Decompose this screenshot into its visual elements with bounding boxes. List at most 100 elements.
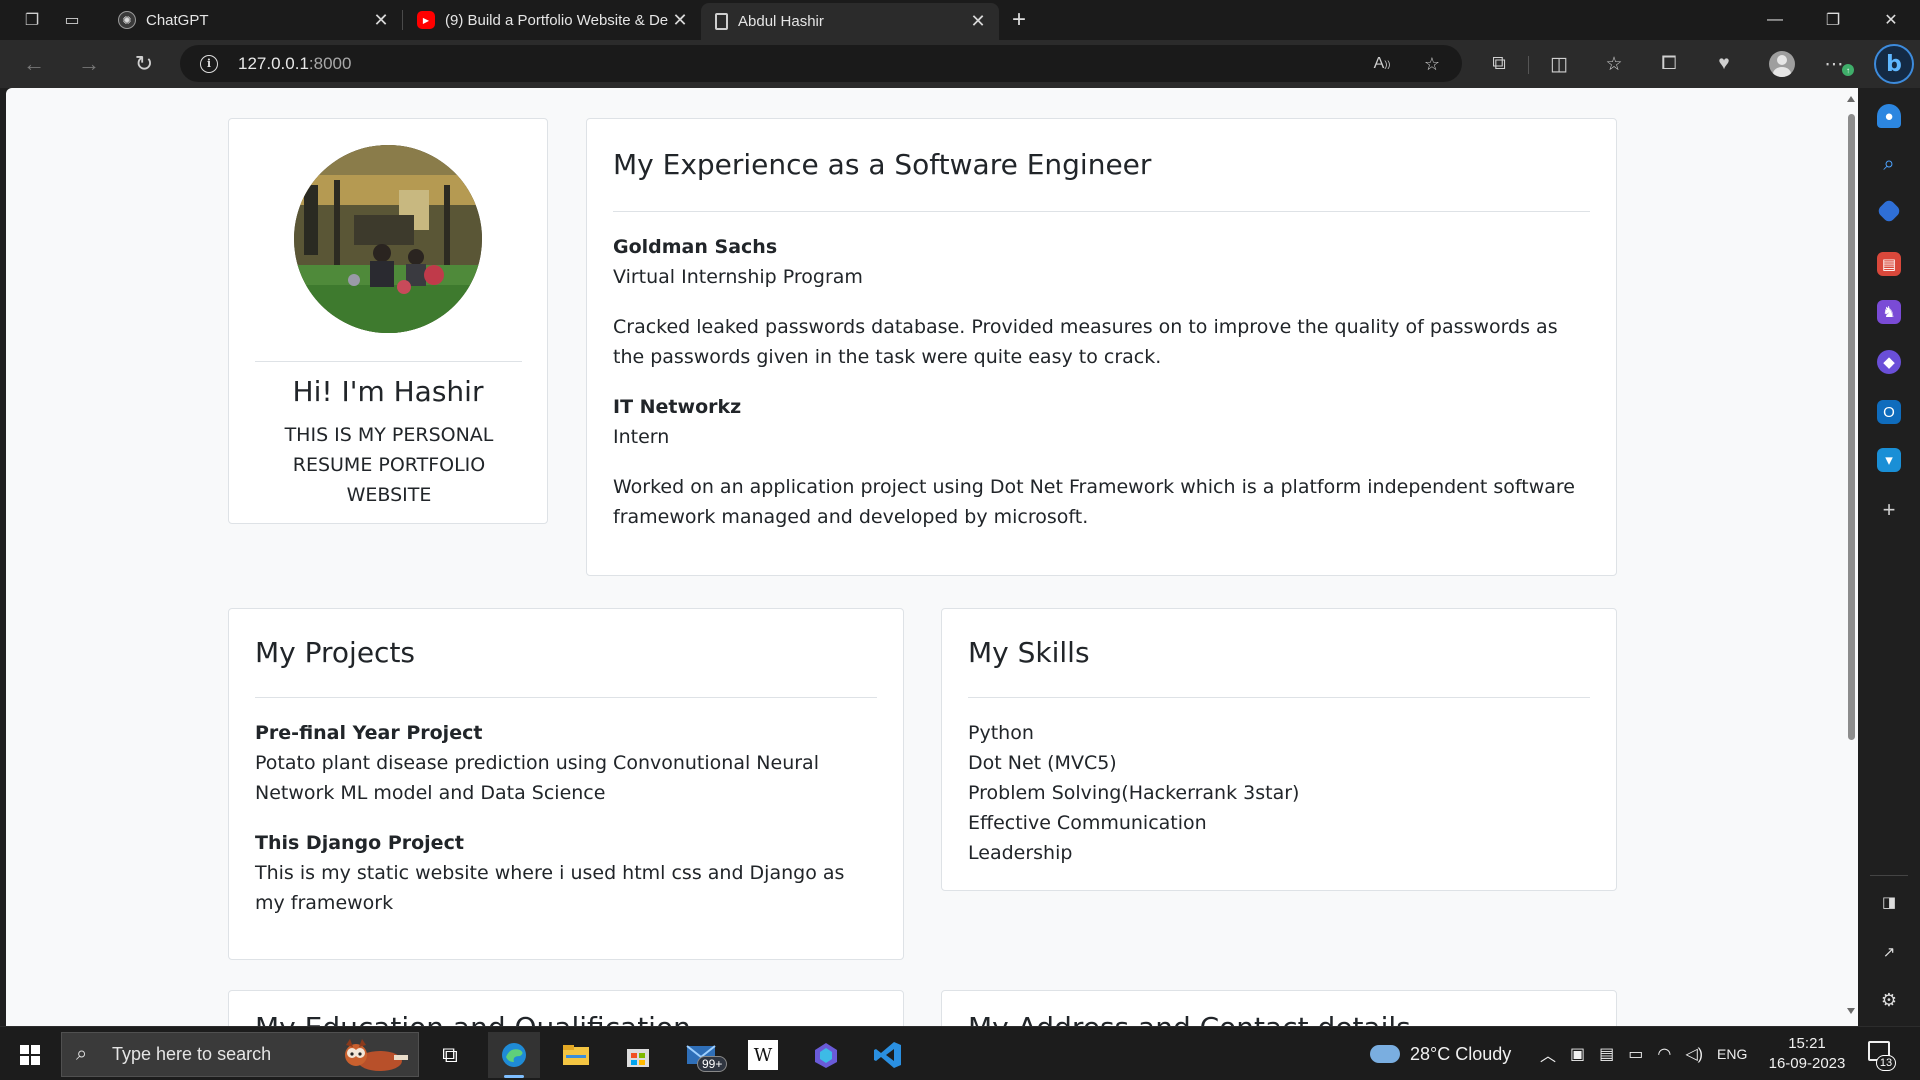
education-heading: My Education and Qualification xyxy=(255,1011,691,1026)
microsoft-store-icon[interactable] xyxy=(612,1032,664,1078)
skill-item: Dot Net (MVC5) xyxy=(968,752,1117,774)
copilot-icon[interactable]: b xyxy=(1874,44,1914,84)
chevron-up-icon[interactable]: ︿ xyxy=(1540,1042,1556,1066)
edge-sidebar: ● ⌕ ▤ ♞ ◆ O ▾ + ◨ ↗ ⚙ xyxy=(1858,88,1920,1026)
skills-card: My Skills Python Dot Net (MVC5) Problem … xyxy=(941,608,1617,891)
extensions-icon[interactable]: ⧉ xyxy=(1485,50,1513,78)
games-icon[interactable]: ♞ xyxy=(1877,300,1901,324)
contact-heading: My Address and Contact details xyxy=(968,1011,1411,1026)
favorites-icon[interactable]: ☆ xyxy=(1600,50,1628,78)
project-title: This Django Project xyxy=(255,832,464,854)
windows-start-icon[interactable] xyxy=(20,1045,40,1065)
split-screen-icon[interactable]: ◫ xyxy=(1545,50,1573,78)
settings-gear-icon[interactable]: ⚙ xyxy=(1877,988,1901,1012)
collections-icon[interactable]: ⧠ xyxy=(1655,50,1683,78)
forward-icon[interactable]: → xyxy=(71,46,107,82)
red-panda-illustration xyxy=(345,1039,408,1071)
scroll-down-icon[interactable] xyxy=(1847,1008,1855,1014)
weather-widget[interactable]: 28°C Cloudy xyxy=(1370,1027,1511,1080)
tab-title: ChatGPT xyxy=(146,11,209,29)
clock-time: 15:21 xyxy=(1788,1035,1826,1052)
new-tab-button[interactable]: + xyxy=(999,0,1039,40)
url-text[interactable]: 127.0.0.1:8000 xyxy=(238,54,351,74)
edge-browser-icon[interactable] xyxy=(488,1032,540,1078)
scroll-up-icon[interactable] xyxy=(1847,96,1855,102)
education-card: My Education and Qualification xyxy=(228,990,904,1026)
active-indicator xyxy=(504,1075,524,1078)
read-aloud-icon[interactable]: A)) xyxy=(1370,53,1394,75)
hide-sidebar-icon[interactable]: ◨ xyxy=(1877,890,1901,914)
url-host: 127.0.0.1 xyxy=(238,53,309,73)
restore-icon[interactable]: ❐ xyxy=(1804,0,1862,40)
experience-item: IT Networkz Intern Worked on an applicat… xyxy=(613,392,1590,532)
window-controls: — ❐ ✕ xyxy=(1746,0,1920,40)
meet-now-icon[interactable]: ▣ xyxy=(1570,1044,1585,1064)
scrollbar-thumb[interactable] xyxy=(1848,114,1855,740)
add-icon[interactable]: + xyxy=(1877,497,1901,522)
url-port: :8000 xyxy=(308,53,352,73)
experience-item: Goldman Sachs Virtual Internship Program… xyxy=(613,232,1590,372)
tab-actions-icon[interactable]: ▭ xyxy=(52,0,92,40)
experience-divider xyxy=(613,211,1590,212)
experience-role: Intern xyxy=(613,426,670,448)
close-tab-icon[interactable]: ✕ xyxy=(967,11,989,32)
close-tab-icon[interactable]: ✕ xyxy=(370,10,392,31)
toolbar-divider xyxy=(1528,56,1529,74)
refresh-icon[interactable]: ↻ xyxy=(126,46,162,82)
display-icon[interactable]: ▤ xyxy=(1599,1044,1614,1064)
back-icon[interactable]: ← xyxy=(16,46,52,82)
profile-divider xyxy=(255,361,522,362)
site-info-icon[interactable]: i xyxy=(200,54,218,73)
tab-chatgpt[interactable]: ✺ ChatGPT ✕ xyxy=(104,3,402,37)
profile-photo xyxy=(294,145,482,333)
tab-abdul-hashir[interactable]: Abdul Hashir ✕ xyxy=(701,3,999,40)
close-tab-icon[interactable]: ✕ xyxy=(669,10,691,31)
tab-title: Abdul Hashir xyxy=(738,13,824,30)
wifi-icon[interactable]: ◠ xyxy=(1657,1044,1671,1064)
file-explorer-icon[interactable] xyxy=(550,1032,602,1078)
close-window-icon[interactable]: ✕ xyxy=(1862,0,1920,40)
volume-icon[interactable]: ◁) xyxy=(1685,1044,1703,1064)
projects-card: My Projects Pre-final Year Project Potat… xyxy=(228,608,904,960)
taskbar-search-box[interactable]: ⌕ Type here to search xyxy=(61,1032,419,1077)
drop-icon[interactable]: ▾ xyxy=(1877,448,1901,472)
address-bar[interactable]: i 127.0.0.1:8000 A)) ☆ xyxy=(180,45,1462,82)
project-description: Potato plant disease prediction using Co… xyxy=(255,752,819,804)
wikipedia-icon[interactable]: W xyxy=(737,1032,789,1078)
outlook-icon[interactable]: O xyxy=(1877,400,1901,424)
tools-icon[interactable]: ▤ xyxy=(1877,252,1901,276)
taskbar-search-placeholder: Type here to search xyxy=(112,1044,272,1064)
skill-item: Effective Communication xyxy=(968,812,1207,834)
skill-item: Leadership xyxy=(968,842,1073,864)
profile-avatar[interactable] xyxy=(1769,51,1795,77)
skill-item: Python xyxy=(968,722,1034,744)
browser-essentials-icon[interactable]: ♥ xyxy=(1710,50,1738,78)
battery-icon[interactable]: ▭ xyxy=(1628,1044,1643,1064)
favorite-star-icon[interactable]: ☆ xyxy=(1420,53,1444,75)
minimize-icon[interactable]: — xyxy=(1746,0,1804,40)
sidebar-divider xyxy=(1870,875,1908,876)
system-clock[interactable]: 15:21 16-09-2023 xyxy=(1766,1034,1848,1074)
clock-date: 16-09-2023 xyxy=(1768,1055,1846,1072)
experience-role: Virtual Internship Program xyxy=(613,266,863,288)
cloud-icon xyxy=(1370,1045,1400,1063)
language-indicator[interactable]: ENG xyxy=(1717,1046,1747,1062)
workspaces-icon[interactable]: ❐ xyxy=(12,0,52,40)
search-icon: ⌕ xyxy=(76,1043,88,1065)
microsoft-365-icon[interactable]: ◆ xyxy=(1877,350,1901,374)
mail-icon[interactable]: 99+ xyxy=(675,1032,728,1078)
search-icon[interactable]: ⌕ xyxy=(1877,152,1901,176)
shopping-tag-icon[interactable] xyxy=(1876,198,1902,224)
copilot-app-icon[interactable] xyxy=(800,1032,852,1078)
vscode-icon[interactable] xyxy=(862,1032,914,1078)
projects-divider xyxy=(255,697,877,698)
skills-divider xyxy=(968,697,1590,698)
tab-youtube[interactable]: ▶ (9) Build a Portfolio Website & De ✕ xyxy=(403,3,701,37)
open-external-icon[interactable]: ↗ xyxy=(1877,940,1901,964)
task-view-icon[interactable]: ⧉ xyxy=(424,1032,476,1078)
page-scrollbar[interactable] xyxy=(1844,88,1858,1026)
document-icon xyxy=(715,13,728,30)
skills-list: Python Dot Net (MVC5) Problem Solving(Ha… xyxy=(968,718,1590,868)
bell-icon[interactable]: ● xyxy=(1877,104,1901,128)
notification-count: 13 xyxy=(1876,1055,1896,1071)
